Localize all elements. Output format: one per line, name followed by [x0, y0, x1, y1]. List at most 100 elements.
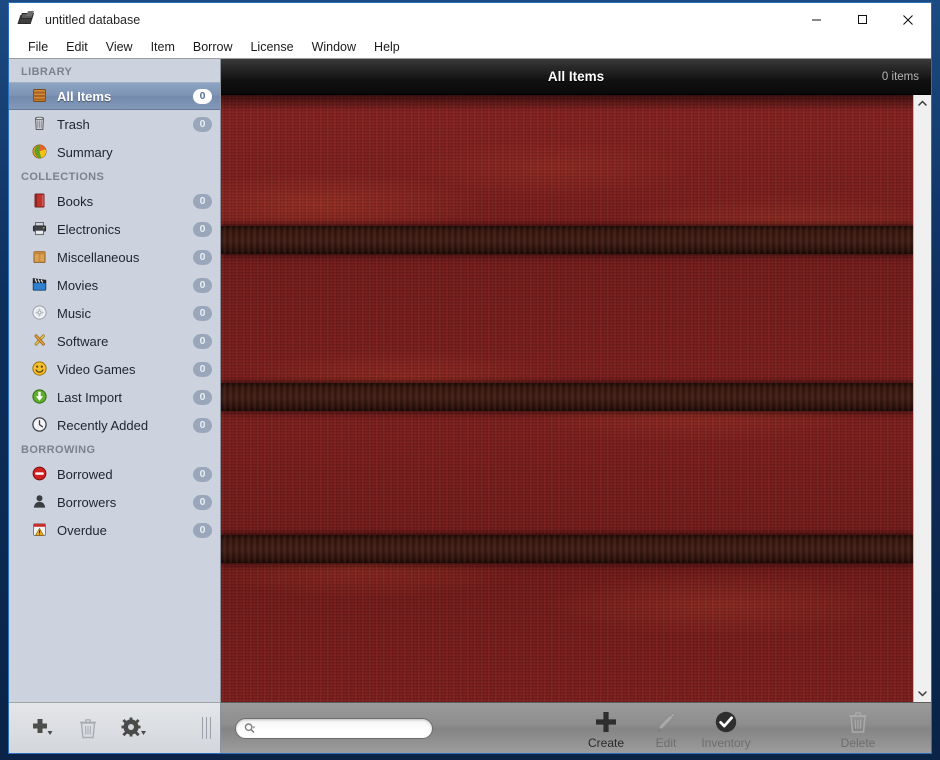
menu-edit[interactable]: Edit: [57, 38, 97, 57]
sidebar-item-label: Books: [57, 193, 94, 209]
trash-icon: [847, 709, 869, 735]
sidebar-group-header: BORROWING: [21, 444, 96, 456]
sidebar-item-count-badge: 0: [193, 522, 212, 538]
sidebar-item-video-games[interactable]: Video Games 0: [9, 355, 220, 383]
application-window: untitled database File Edit View Item Bo…: [8, 2, 932, 754]
no-entry-icon: [31, 465, 49, 483]
sidebar-item-count-badge: 0: [193, 389, 212, 405]
vertical-scrollbar[interactable]: [913, 95, 931, 702]
trash-icon: [80, 718, 96, 738]
sidebar-item-label: Miscellaneous: [57, 249, 140, 265]
clock-icon: [31, 416, 49, 434]
sidebar-item-trash[interactable]: Trash 0: [9, 110, 220, 138]
sidebar-item-count-badge: 0: [193, 494, 212, 510]
printer-icon: [31, 220, 49, 238]
menu-window[interactable]: Window: [303, 38, 365, 57]
menu-view[interactable]: View: [97, 38, 142, 57]
sidebar-item-label: Music: [57, 305, 91, 321]
content-header: All Items 0 items: [221, 59, 931, 95]
sidebar-item-borrowers[interactable]: Borrowers 0: [9, 488, 220, 516]
scrollbar-track[interactable]: [914, 112, 931, 685]
minimize-button[interactable]: [793, 3, 839, 36]
main-panel: All Items 0 items Create Edit Inventory …: [221, 59, 931, 753]
title-bar: untitled database: [9, 3, 931, 36]
sidebar-resize-grip[interactable]: [202, 717, 211, 739]
scroll-down-button[interactable]: [914, 685, 931, 702]
sidebar-item-books[interactable]: Books 0: [9, 187, 220, 215]
bookshelf-canvas[interactable]: [221, 95, 913, 702]
check-circle-icon: [714, 709, 738, 735]
page-title: All Items: [547, 69, 605, 84]
bottom-toolbar: Create Edit Inventory Delete: [221, 702, 931, 753]
sidebar-item-overdue[interactable]: Overdue 0: [9, 516, 220, 544]
delete-label: Delete: [840, 735, 876, 750]
menu-file[interactable]: File: [19, 38, 57, 57]
box-icon: [31, 248, 49, 266]
sidebar-item-miscellaneous[interactable]: Miscellaneous 0: [9, 243, 220, 271]
sidebar-item-summary[interactable]: Summary: [9, 138, 220, 166]
desktop-background: untitled database File Edit View Item Bo…: [0, 0, 940, 760]
sidebar-item-music[interactable]: Music 0: [9, 299, 220, 327]
sidebar-item-count-badge: 0: [193, 249, 212, 265]
sidebar-group-header: COLLECTIONS: [21, 171, 105, 183]
sidebar-item-last-import[interactable]: Last Import 0: [9, 383, 220, 411]
sidebar-item-count-badge: 0: [193, 88, 212, 104]
sidebar-item-label: Software: [57, 333, 109, 349]
person-icon: [31, 493, 49, 511]
search-input[interactable]: [259, 721, 424, 735]
menu-bar: File Edit View Item Borrow License Windo…: [9, 36, 931, 58]
delete-collection-button[interactable]: [69, 711, 107, 745]
sidebar-item-count-badge: 0: [193, 116, 212, 132]
plus-icon: [594, 709, 618, 735]
collection-settings-button[interactable]: [115, 711, 153, 745]
plus-dropdown-icon: [33, 719, 53, 735]
scroll-up-button[interactable]: [914, 95, 931, 112]
shelf-divider: [221, 535, 913, 563]
sidebar-item-count-badge: 0: [193, 466, 212, 482]
sidebar-item-count-badge: 0: [193, 305, 212, 321]
add-collection-button[interactable]: [23, 711, 61, 745]
maximize-button[interactable]: [839, 3, 885, 36]
pencil-icon: [654, 709, 678, 735]
create-label: Create: [587, 735, 625, 750]
sidebar-group-header: LIBRARY: [21, 66, 73, 78]
delete-button[interactable]: Delete: [828, 707, 888, 750]
green-download-icon: [31, 388, 49, 406]
shelf-top-shadow: [221, 95, 913, 111]
window-controls: [793, 3, 931, 36]
smiley-face-icon: [31, 360, 49, 378]
close-button[interactable]: [885, 3, 931, 36]
sidebar-item-label: Summary: [57, 144, 113, 160]
library-box-icon: [31, 87, 49, 105]
sidebar-item-label: Last Import: [57, 389, 123, 405]
gear-dropdown-icon: [121, 717, 146, 737]
sidebar-item-count-badge: 0: [193, 277, 212, 293]
inventory-button[interactable]: Inventory: [696, 707, 756, 750]
menu-help[interactable]: Help: [365, 38, 409, 57]
content-area: [221, 95, 931, 702]
search-box[interactable]: [235, 717, 433, 739]
sidebar-item-all-items[interactable]: All Items 0: [9, 82, 220, 110]
menu-item[interactable]: Item: [142, 38, 184, 57]
search-magnifier-icon: [244, 722, 256, 733]
trash-can-icon: [31, 115, 49, 133]
sidebar-item-count-badge: 0: [193, 417, 212, 433]
item-count: 0 items: [881, 70, 919, 83]
sidebar-item-label: Trash: [57, 116, 90, 132]
pie-chart-icon: [31, 143, 49, 161]
edit-button[interactable]: Edit: [636, 707, 696, 750]
sidebar-item-label: Overdue: [57, 522, 107, 538]
sidebar-list: LIBRARY All Items 0 Trash 0 Summary COLLECTION…: [9, 59, 220, 702]
sidebar-item-label: Borrowed: [57, 466, 113, 482]
menu-borrow[interactable]: Borrow: [184, 38, 242, 57]
sidebar-item-software[interactable]: Software 0: [9, 327, 220, 355]
sidebar-item-movies[interactable]: Movies 0: [9, 271, 220, 299]
cd-disc-icon: [31, 304, 49, 322]
sidebar-item-electronics[interactable]: Electronics 0: [9, 215, 220, 243]
menu-license[interactable]: License: [241, 38, 302, 57]
sidebar-item-borrowed[interactable]: Borrowed 0: [9, 460, 220, 488]
create-button[interactable]: Create: [576, 707, 636, 750]
sidebar-item-recently-added[interactable]: Recently Added 0: [9, 411, 220, 439]
sidebar-item-count-badge: 0: [193, 193, 212, 209]
sidebar-toolbar: [9, 702, 220, 753]
